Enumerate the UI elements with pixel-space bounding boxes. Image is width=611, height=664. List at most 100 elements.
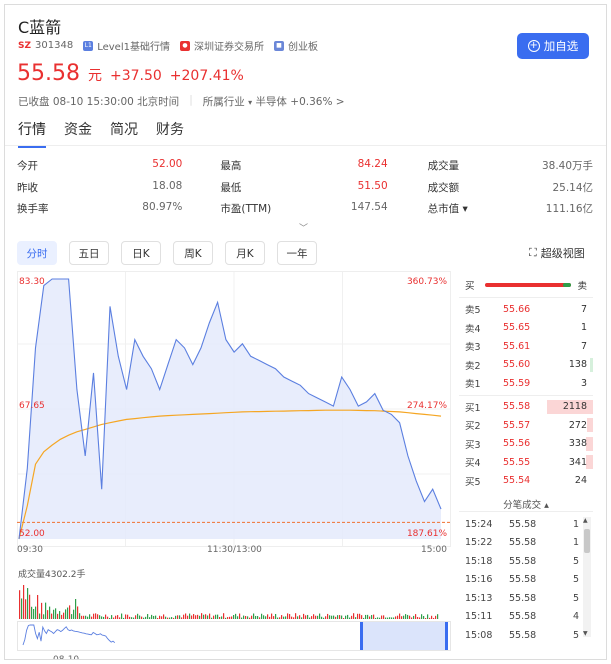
scroll-down-icon[interactable]: ▼ xyxy=(583,630,588,637)
period-5day[interactable]: 五日 xyxy=(69,241,109,265)
stat-value: 52.00 xyxy=(152,158,183,171)
divider xyxy=(459,394,593,396)
price-change: +37.50 xyxy=(109,68,162,84)
industry-link[interactable]: 所属行业 ▾ 半导体 +0.36% > xyxy=(203,94,345,109)
period-intraday[interactable]: 分时 xyxy=(17,241,57,265)
stats-row: 今开 52.00 最高 84.24 成交量 38.40万手 xyxy=(17,155,593,177)
orderbook-price: 55.65 xyxy=(503,322,531,334)
volume-bar xyxy=(311,616,313,619)
volume-bar xyxy=(119,617,121,619)
add-watchlist-button[interactable]: + 加自选 xyxy=(517,33,589,59)
tab-funds[interactable]: 资金 xyxy=(64,119,92,148)
orderbook-price: 55.66 xyxy=(503,303,531,315)
volume-bar xyxy=(93,613,95,619)
volume-bar xyxy=(425,617,427,619)
orderbook-header: 买 卖 xyxy=(459,275,593,295)
intraday-chart[interactable]: 83.30 67.65 52.00 360.73% 274.17% 187.61… xyxy=(17,271,451,547)
volume-bar xyxy=(59,611,61,619)
trades-title[interactable]: 分笔成交 ▴ xyxy=(459,497,593,511)
tab-quote[interactable]: 行情 xyxy=(18,119,46,148)
volume-bar xyxy=(419,617,421,619)
volume-bar xyxy=(175,615,177,619)
orderbook-volume: 3 xyxy=(580,377,587,389)
status-line: 已收盘 08-10 15:30:00 北京时间 | 所属行业 ▾ 半导体 +0.… xyxy=(18,94,345,109)
range-navigator[interactable]: 08-10 xyxy=(17,621,451,659)
volume-bar xyxy=(265,616,267,619)
navigator-handle-left[interactable] xyxy=(360,622,363,650)
volume-bar xyxy=(33,609,35,619)
divider xyxy=(459,297,593,298)
stat-label: 成交额 xyxy=(427,181,460,194)
stat-label: 最高 xyxy=(220,160,242,173)
volume-bar xyxy=(131,617,133,619)
super-view-button[interactable]: ⛶ 超级视图 xyxy=(529,245,585,261)
volume-bar xyxy=(79,613,81,619)
trade-volume: 5 xyxy=(572,574,579,586)
orderbook-price: 55.59 xyxy=(503,377,531,389)
volume-bar xyxy=(375,617,377,619)
volume-bar xyxy=(201,613,203,619)
navigator-handle-right[interactable] xyxy=(445,622,448,650)
volume-bar xyxy=(387,617,389,619)
stat-label: 换手率 xyxy=(17,203,49,216)
volume-bar xyxy=(233,615,235,619)
volume-bar xyxy=(435,615,437,619)
trades-scrollbar[interactable]: ▲ ▼ xyxy=(583,517,591,637)
volume-bar xyxy=(45,602,47,619)
volume-bar xyxy=(105,614,107,619)
market-cap-toggle[interactable]: 总市值 ▾ xyxy=(428,201,468,216)
order-book: 买 卖 卖5 55.66 7 卖4 55.65 1 卖3 55.61 7 卖2 55.60 138 卖1… xyxy=(459,275,593,490)
orderbook-volume: 7 xyxy=(580,340,587,352)
period-one-year[interactable]: 一年 xyxy=(277,241,317,265)
volume-bar xyxy=(313,614,315,619)
stat-value: 111.16亿 xyxy=(545,203,594,216)
volume-bar xyxy=(187,615,189,619)
volume-bar xyxy=(231,616,233,619)
volume-bar xyxy=(25,599,27,619)
scrollbar-thumb[interactable] xyxy=(584,529,590,553)
orderbook-row: 买5 55.54 24 xyxy=(459,472,593,491)
stats-row: 昨收 18.08 最低 51.50 成交额 25.14亿 xyxy=(17,177,593,199)
stock-code: 301348 xyxy=(35,40,74,51)
stat-value: 147.54 xyxy=(350,201,388,214)
volume-bar xyxy=(191,615,193,619)
expand-chevron-icon[interactable]: ﹀ xyxy=(299,221,308,234)
volume-bar xyxy=(173,617,175,619)
orderbook-price: 55.61 xyxy=(503,340,531,352)
volume-bar xyxy=(165,616,167,619)
volume-bar xyxy=(351,615,353,619)
volume-bar xyxy=(37,595,39,619)
orderbook-level: 卖3 xyxy=(465,342,481,354)
period-daily-k[interactable]: 日K xyxy=(121,241,161,265)
price-line: 55.58 元 +37.50 +207.41% xyxy=(17,61,244,86)
volume-bar xyxy=(109,617,111,619)
trade-price: 55.58 xyxy=(509,629,537,641)
volume-bar xyxy=(81,615,83,619)
trade-time: 15:13 xyxy=(465,592,493,604)
navigator-window[interactable] xyxy=(361,622,447,650)
volume-bar xyxy=(203,614,205,619)
volume-bar xyxy=(257,616,259,619)
trade-row: 15:08 55.58 5 xyxy=(459,626,583,641)
volume-bar xyxy=(47,610,49,619)
volume-bar xyxy=(127,614,129,619)
trade-time: 15:22 xyxy=(465,537,493,549)
volume-bar xyxy=(235,613,237,619)
period-monthly-k[interactable]: 月K xyxy=(225,241,265,265)
divider: | xyxy=(189,94,193,106)
volume-bar xyxy=(107,616,109,619)
volume-bar xyxy=(357,613,359,619)
stat-value: 25.14亿 xyxy=(552,181,594,194)
tab-profile[interactable]: 简况 xyxy=(110,119,138,148)
main-tabs: 行情 资金 简况 财务 xyxy=(18,119,184,148)
trade-volume: 5 xyxy=(572,555,579,567)
stat-label: 成交量 xyxy=(427,160,460,173)
volume-bar xyxy=(19,590,21,619)
volume-bar xyxy=(237,616,239,619)
tab-financials[interactable]: 财务 xyxy=(156,119,184,148)
volume-bar xyxy=(323,617,325,619)
period-weekly-k[interactable]: 周K xyxy=(173,241,213,265)
volume-bar xyxy=(69,605,71,619)
scroll-up-icon[interactable]: ▲ xyxy=(583,517,588,524)
volume-bar xyxy=(411,617,413,619)
